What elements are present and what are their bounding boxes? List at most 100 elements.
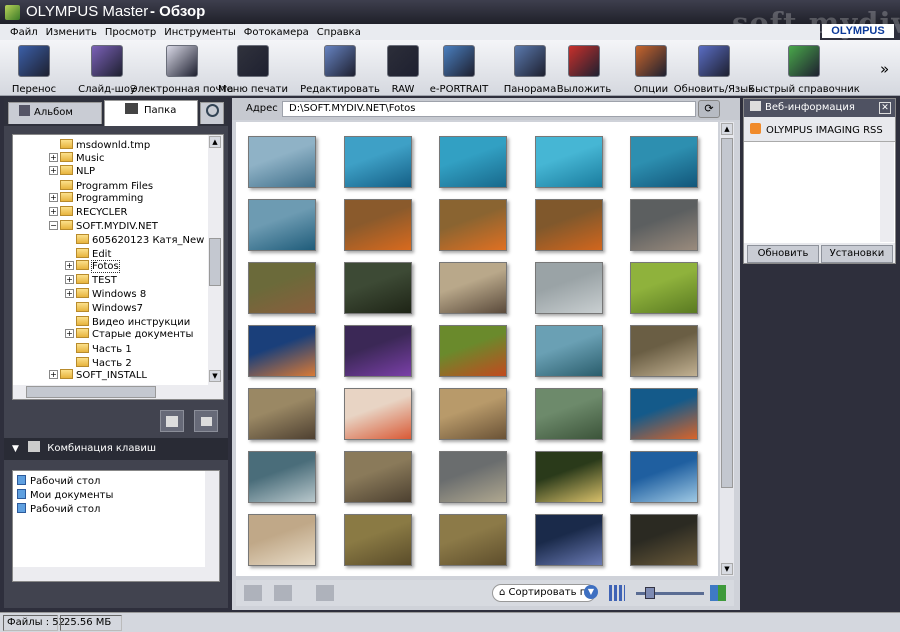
photo-thumbnail[interactable] xyxy=(439,514,507,566)
grid-view-icon[interactable] xyxy=(609,585,625,601)
photo-thumbnail[interactable] xyxy=(343,262,412,314)
photo-thumbnail[interactable] xyxy=(630,136,698,188)
photo-thumbnail[interactable] xyxy=(248,514,316,566)
shortcuts-header[interactable]: ▼ Комбинация клавиш xyxy=(4,438,228,460)
address-field[interactable]: D:\SOFT.MYDIV.NET\Fotos xyxy=(282,101,696,117)
tree-item[interactable]: − SOFT.MYDIV.NET xyxy=(49,219,158,234)
update-button[interactable]: Обновить xyxy=(747,245,819,263)
tree-item[interactable]: Видео инструкции xyxy=(65,315,190,329)
tree-item[interactable]: + Programming xyxy=(49,192,143,206)
tree-item[interactable]: Windows7 xyxy=(65,301,143,315)
rotate-right-icon[interactable] xyxy=(274,585,292,601)
rss-vscrollbar[interactable] xyxy=(880,142,894,242)
photo-thumbnail[interactable] xyxy=(630,325,698,377)
photo-thumbnail[interactable] xyxy=(630,514,698,566)
grid-scroll-up[interactable]: ▲ xyxy=(721,123,733,135)
photo-thumbnail[interactable] xyxy=(248,388,316,440)
photo-thumbnail[interactable] xyxy=(343,451,412,503)
tree-item[interactable]: + Старые документы xyxy=(65,328,193,342)
menu-help[interactable]: Справка xyxy=(313,27,365,38)
photo-thumbnail[interactable] xyxy=(343,325,412,377)
shortcuts-hscrollbar[interactable] xyxy=(13,567,205,581)
photo-thumbnail[interactable] xyxy=(248,136,316,188)
shortcut-item[interactable]: Рабочий стол xyxy=(17,475,100,489)
toolbar-overflow-icon[interactable]: » xyxy=(880,60,889,78)
shortcut-item[interactable]: Рабочий стол xyxy=(17,503,100,517)
shortcuts-vscrollbar[interactable] xyxy=(205,471,219,581)
expand-icon[interactable]: + xyxy=(65,288,74,298)
new-folder-button[interactable] xyxy=(160,410,184,432)
expand-icon[interactable]: − xyxy=(49,220,58,230)
sort-arrow-icon[interactable]: ▼ xyxy=(584,585,598,599)
tree-hscroll-thumb[interactable] xyxy=(26,386,156,398)
tree-item[interactable]: + NLP xyxy=(49,165,95,179)
photo-thumbnail[interactable] xyxy=(343,199,412,251)
photo-thumbnail[interactable] xyxy=(534,136,603,188)
photo-thumbnail[interactable] xyxy=(630,388,698,440)
zoom-slider-knob[interactable] xyxy=(644,587,655,599)
photo-thumbnail[interactable] xyxy=(630,262,698,314)
tree-item[interactable]: + SOFT_INSTALL xyxy=(49,369,147,383)
menu-camera[interactable]: Фотокамера xyxy=(240,27,313,38)
menu-view[interactable]: Просмотр xyxy=(101,27,160,38)
photo-thumbnail[interactable] xyxy=(439,199,507,251)
rss-item[interactable]: OLYMPUS IMAGING RSS xyxy=(750,123,883,136)
grid-scroll-down[interactable]: ▼ xyxy=(721,563,733,575)
photo-thumbnail[interactable] xyxy=(343,388,412,440)
photo-thumbnail[interactable] xyxy=(534,325,603,377)
tree-item[interactable]: 605620123 Катя_New xyxy=(65,233,204,247)
photo-thumbnail[interactable] xyxy=(248,325,316,377)
tree-item[interactable]: + Fotos xyxy=(65,260,120,274)
add-shortcut-button[interactable] xyxy=(194,410,218,432)
tree-scroll-up[interactable]: ▲ xyxy=(209,136,221,148)
photo-thumbnail[interactable] xyxy=(343,514,412,566)
expand-icon[interactable]: + xyxy=(49,207,58,216)
photo-thumbnail[interactable] xyxy=(248,451,316,503)
tree-item[interactable]: + Windows 8 xyxy=(65,287,146,302)
close-icon[interactable]: ✕ xyxy=(879,102,891,114)
shortcut-item[interactable]: Мои документы xyxy=(17,489,113,503)
large-view-icon[interactable] xyxy=(710,585,726,601)
photo-thumbnail[interactable] xyxy=(534,199,603,251)
add-to-album-icon[interactable] xyxy=(316,585,334,601)
expand-icon[interactable]: + xyxy=(65,329,74,339)
photo-thumbnail[interactable] xyxy=(439,262,507,314)
tree-item[interactable]: Programm Files xyxy=(49,179,153,193)
photo-thumbnail[interactable] xyxy=(534,388,603,440)
photo-thumbnail[interactable] xyxy=(439,451,507,503)
install-button[interactable]: Установки xyxy=(821,245,893,263)
photo-thumbnail[interactable] xyxy=(534,262,603,314)
refresh-button[interactable]: ⟳ xyxy=(698,100,720,118)
expand-icon[interactable]: + xyxy=(49,166,58,176)
tree-item[interactable]: + RECYCLER xyxy=(49,206,127,220)
photo-thumbnail[interactable] xyxy=(439,136,507,188)
tab-folder[interactable]: Папка xyxy=(104,100,198,126)
tree-item[interactable]: Edit xyxy=(65,247,111,261)
photo-thumbnail[interactable] xyxy=(534,514,603,566)
expand-icon[interactable]: + xyxy=(65,261,74,271)
sort-dropdown[interactable]: ⌂ Сортировать по xyxy=(492,584,596,602)
tab-album[interactable]: Альбом xyxy=(8,102,102,124)
rotate-left-icon[interactable] xyxy=(244,585,262,601)
photo-thumbnail[interactable] xyxy=(439,388,507,440)
expand-icon[interactable]: + xyxy=(49,152,58,162)
menu-edit[interactable]: Изменить xyxy=(42,27,101,38)
grid-scroll-thumb[interactable] xyxy=(721,138,733,488)
photo-thumbnail[interactable] xyxy=(534,451,603,503)
photo-thumbnail[interactable] xyxy=(248,199,316,251)
photo-thumbnail[interactable] xyxy=(248,262,316,314)
tree-item[interactable]: Часть 1 xyxy=(65,342,132,356)
photo-thumbnail[interactable] xyxy=(630,199,698,251)
tree-item[interactable]: Часть 2 xyxy=(65,356,132,370)
photo-thumbnail[interactable] xyxy=(439,325,507,377)
expand-icon[interactable]: + xyxy=(49,370,58,380)
photo-thumbnail[interactable] xyxy=(343,136,412,188)
menu-tools[interactable]: Инструменты xyxy=(160,27,240,38)
tree-item[interactable]: msdownld.tmp xyxy=(49,138,150,152)
menu-file[interactable]: Файл xyxy=(6,27,42,38)
tree-item[interactable]: + TEST xyxy=(65,274,117,288)
photo-thumbnail[interactable] xyxy=(630,451,698,503)
tree-scroll-thumb[interactable] xyxy=(209,238,221,286)
tree-item[interactable]: + Music xyxy=(49,151,104,166)
tree-scroll-down[interactable]: ▼ xyxy=(209,370,221,382)
